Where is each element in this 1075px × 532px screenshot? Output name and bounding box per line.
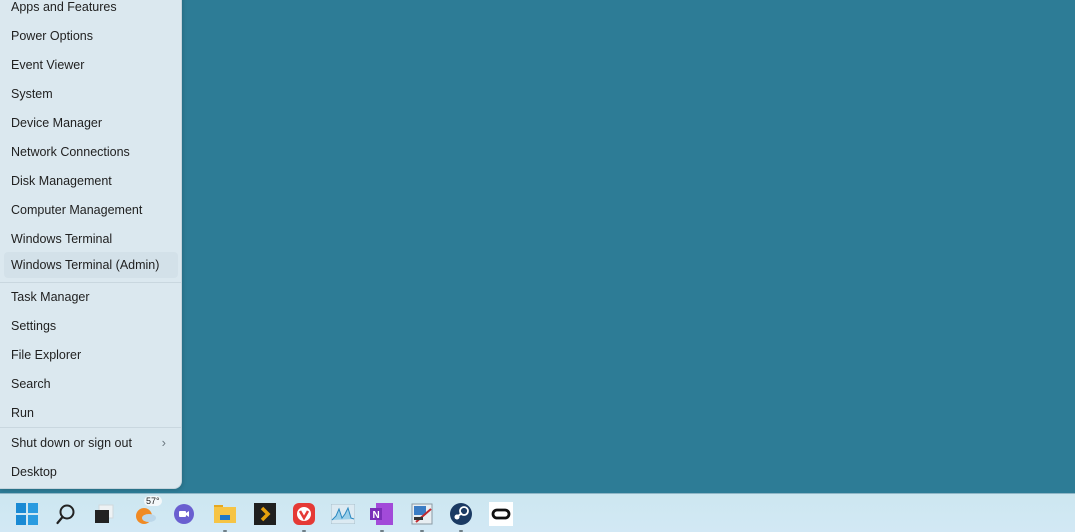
resource-monitor-button[interactable]: [331, 502, 355, 526]
menu-item-system[interactable]: System: [4, 81, 178, 107]
menu-item-windows-terminal[interactable]: Windows Terminal: [4, 226, 178, 252]
menu-item-power-options[interactable]: Power Options: [4, 23, 178, 49]
oculus-button[interactable]: [489, 502, 513, 526]
vivaldi-icon: [293, 503, 315, 525]
menu-item-file-explorer[interactable]: File Explorer: [4, 342, 178, 368]
weather-temperature-badge: 57°: [144, 496, 162, 506]
taskbar: 57° N: [0, 493, 1075, 532]
chevron-right-icon: ›: [161, 435, 166, 450]
menu-item-apps-and-features[interactable]: Apps and Features: [4, 0, 178, 20]
menu-item-event-viewer[interactable]: Event Viewer: [4, 52, 178, 78]
start-icon: [16, 503, 38, 525]
menu-item-windows-terminal-admin[interactable]: Windows Terminal (Admin): [4, 252, 178, 278]
menu-item-label: Shut down or sign out: [11, 436, 132, 450]
menu-separator: [0, 427, 181, 428]
plex-button[interactable]: [253, 502, 277, 526]
menu-separator: [0, 282, 181, 283]
steam-button[interactable]: [449, 502, 473, 532]
menu-item-computer-management[interactable]: Computer Management: [4, 197, 178, 223]
menu-item-run[interactable]: Run: [4, 400, 178, 426]
menu-item-network-connections[interactable]: Network Connections: [4, 139, 178, 165]
menu-item-shut-down-or-sign-out[interactable]: Shut down or sign out ›: [4, 430, 178, 456]
svg-text:N: N: [373, 510, 380, 521]
weather-widget-button[interactable]: 57°: [134, 496, 162, 526]
menu-item-disk-management[interactable]: Disk Management: [4, 168, 178, 194]
task-view-button[interactable]: [92, 502, 116, 526]
onenote-icon: N: [370, 503, 393, 525]
teams-chat-button[interactable]: [172, 502, 196, 526]
menu-item-desktop[interactable]: Desktop: [4, 459, 178, 485]
menu-item-task-manager[interactable]: Task Manager: [4, 284, 178, 310]
winx-context-menu: Apps and Features Power Options Event Vi…: [0, 0, 182, 489]
menu-item-device-manager[interactable]: Device Manager: [4, 110, 178, 136]
plex-icon: [254, 503, 276, 525]
start-button[interactable]: [15, 502, 39, 526]
search-button[interactable]: [54, 502, 78, 526]
paint-tool-icon: [411, 503, 433, 525]
paint-tool-button[interactable]: [410, 502, 434, 532]
menu-item-settings[interactable]: Settings: [4, 313, 178, 339]
teams-chat-icon: [174, 504, 194, 524]
vivaldi-button[interactable]: [292, 502, 316, 532]
steam-icon: [450, 503, 472, 525]
onenote-button[interactable]: N: [370, 502, 394, 532]
menu-item-search[interactable]: Search: [4, 371, 178, 397]
task-view-icon: [95, 504, 114, 523]
resource-monitor-icon: [331, 504, 355, 524]
oculus-icon: [489, 502, 513, 526]
search-icon: [56, 504, 75, 525]
file-explorer-icon: [214, 505, 236, 523]
file-explorer-taskbar-button[interactable]: [213, 502, 237, 532]
